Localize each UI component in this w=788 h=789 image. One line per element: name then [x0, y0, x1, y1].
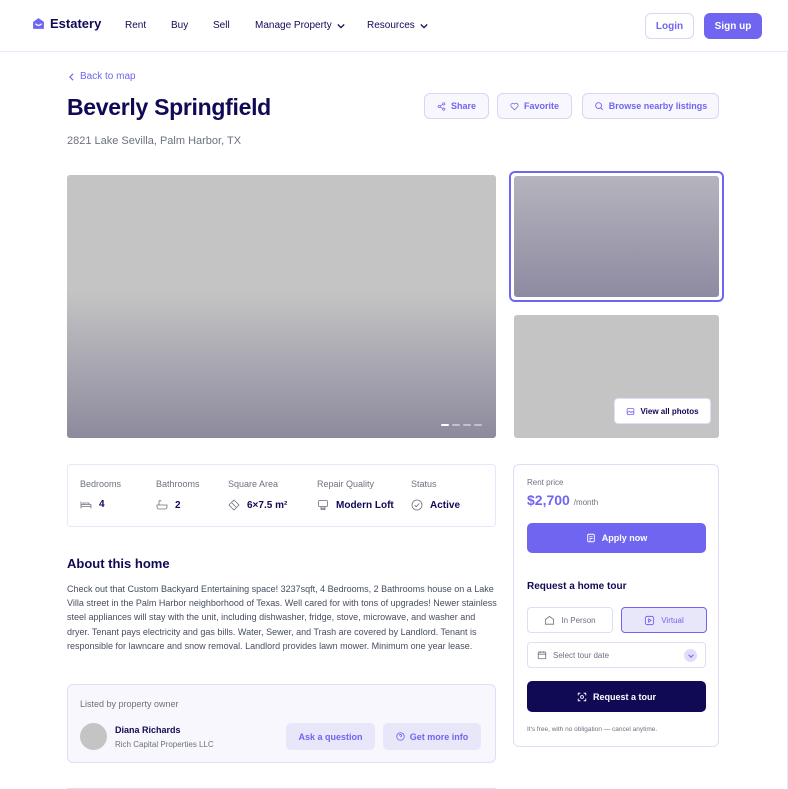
- nav-link-manage-property[interactable]: Manage Property: [255, 20, 345, 31]
- tour-option-in-person[interactable]: In Person: [527, 607, 613, 633]
- video-icon: [645, 615, 655, 625]
- share-label: Share: [450, 101, 476, 111]
- scan-icon: [577, 692, 587, 701]
- request-tour-button[interactable]: Request a tour: [527, 681, 706, 712]
- stat-status: Active: [411, 499, 460, 511]
- stat-value: Modern Loft: [336, 499, 394, 511]
- view-all-photos-button[interactable]: View all photos: [614, 398, 711, 424]
- property-stats-card: [67, 464, 496, 527]
- listing-address: 2821 Lake Sevilla, Palm Harbor, TX: [67, 135, 242, 147]
- favorite-label: Favorite: [523, 101, 559, 111]
- page-title: Beverly Springfield: [67, 94, 271, 120]
- chevron-left-icon: [69, 72, 74, 81]
- stat-label-square-area: Square Area: [228, 479, 279, 489]
- stat-label-bedrooms: Bedrooms: [80, 479, 122, 489]
- stat-label-repair-quality: Repair Quality: [317, 479, 375, 489]
- chevron-down-icon: [337, 23, 345, 29]
- view-all-photos-label: View all photos: [640, 406, 699, 416]
- get-more-info-button[interactable]: Get more info: [383, 723, 481, 750]
- nav-link-label: Manage Property: [255, 20, 332, 31]
- login-button[interactable]: Login: [645, 13, 694, 39]
- stat-label-bathrooms: Bathrooms: [156, 479, 200, 489]
- signup-button[interactable]: Sign up: [704, 13, 762, 39]
- stat-label-status: Status: [411, 479, 437, 489]
- area-icon: [228, 499, 240, 511]
- stat-value: 6×7.5 m²: [247, 499, 288, 511]
- house-logo-icon: [33, 18, 44, 29]
- tour-date-select[interactable]: Select tour date: [527, 642, 706, 668]
- brand-logo[interactable]: Estatery: [32, 16, 101, 31]
- stat-bathrooms: 2: [156, 499, 181, 511]
- help-circle-icon: [396, 732, 405, 741]
- favorite-button[interactable]: Favorite: [497, 93, 572, 119]
- about-heading: About this home: [67, 556, 170, 571]
- share-button[interactable]: Share: [424, 93, 489, 119]
- bath-icon: [156, 500, 168, 510]
- photo-thumbnail[interactable]: [514, 176, 719, 297]
- stat-repair-quality: Modern Loft: [317, 499, 394, 511]
- tour-note: It's free, with no obligation — cancel a…: [527, 726, 658, 733]
- carousel-dot[interactable]: [474, 424, 482, 426]
- brand-name: Estatery: [50, 16, 102, 31]
- owner-company: Rich Capital Properties LLC: [115, 740, 214, 749]
- rent-price-unit: /month: [573, 498, 599, 507]
- nav-link-buy[interactable]: Buy: [171, 20, 188, 31]
- request-tour-label: Request a tour: [592, 691, 656, 702]
- stat-value: 2: [175, 499, 181, 511]
- owner-name: Diana Richards: [115, 725, 181, 735]
- ask-question-label: Ask a question: [298, 731, 363, 742]
- stat-value: 4: [99, 499, 105, 510]
- stat-bedrooms: 4: [80, 499, 105, 510]
- chevron-down-icon[interactable]: [684, 649, 697, 662]
- heart-icon: [510, 102, 519, 110]
- apply-now-label: Apply now: [601, 533, 648, 543]
- image-icon: [627, 407, 635, 415]
- owner-card-label: Listed by property owner: [80, 699, 179, 709]
- share-icon: [437, 101, 446, 111]
- chevron-down-icon: [420, 23, 428, 29]
- back-link-label: Back to map: [80, 71, 136, 82]
- calendar-icon: [537, 651, 547, 660]
- nav-link-label: Sell: [213, 20, 230, 31]
- stat-square-area: 6×7.5 m²: [228, 499, 287, 511]
- document-icon: [586, 533, 595, 543]
- tour-heading: Request a home tour: [527, 581, 627, 592]
- quality-icon: [318, 500, 328, 510]
- bed-icon: [80, 501, 92, 509]
- back-to-map-link[interactable]: Back to map: [69, 71, 136, 82]
- get-more-info-label: Get more info: [409, 731, 469, 742]
- tour-option-label: In Person: [561, 615, 596, 625]
- carousel-dot[interactable]: [441, 424, 449, 426]
- carousel-dot[interactable]: [463, 424, 471, 426]
- tour-date-placeholder: Select tour date: [553, 650, 610, 660]
- home-icon: [545, 615, 555, 625]
- owner-avatar: [80, 723, 107, 750]
- apply-now-button[interactable]: Apply now: [527, 523, 706, 553]
- rent-price-value: $2,700: [527, 492, 570, 508]
- search-icon: [594, 102, 603, 111]
- check-circle-icon: [411, 499, 423, 511]
- browse-nearby-button[interactable]: Browse nearby listings: [582, 93, 719, 119]
- nav-link-resources[interactable]: Resources: [367, 20, 428, 31]
- browse-nearby-label: Browse nearby listings: [608, 101, 708, 111]
- nav-link-label: Resources: [367, 20, 415, 31]
- stat-value: Active: [430, 499, 461, 511]
- rent-price: $2,700 /month: [527, 492, 598, 508]
- nav-link-label: Rent: [125, 20, 147, 31]
- tour-option-label: Virtual: [661, 615, 684, 625]
- carousel-dot[interactable]: [452, 424, 460, 426]
- nav-link-sell[interactable]: Sell: [213, 20, 230, 31]
- about-description: Check out that Custom Backyard Entertain…: [67, 584, 497, 651]
- rent-price-label: Rent price: [527, 478, 564, 487]
- nav-link-label: Buy: [171, 20, 189, 31]
- ask-question-button[interactable]: Ask a question: [286, 723, 375, 750]
- nav-link-rent[interactable]: Rent: [125, 20, 146, 31]
- main-photo[interactable]: [67, 175, 496, 438]
- tour-option-virtual[interactable]: Virtual: [621, 607, 707, 633]
- carousel-indicator: [441, 424, 482, 426]
